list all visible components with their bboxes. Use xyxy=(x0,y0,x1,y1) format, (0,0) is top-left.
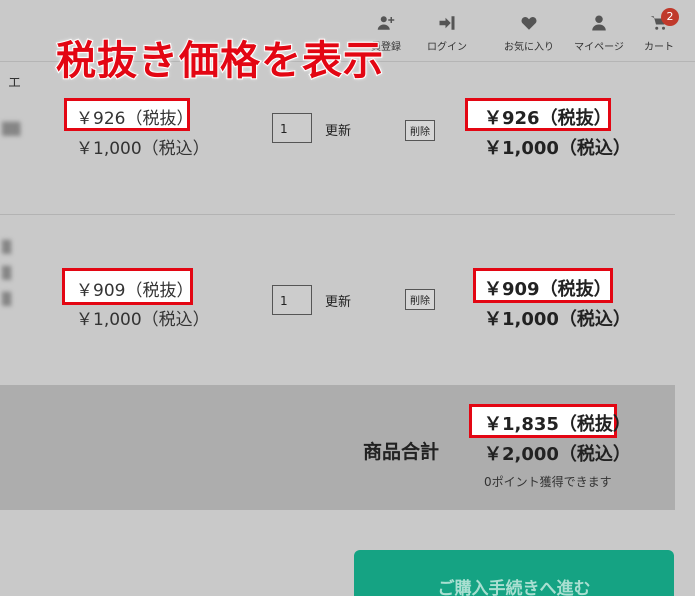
annotation-title: 税抜き価格を表示 xyxy=(55,37,384,85)
row-divider xyxy=(0,214,675,215)
delete-button[interactable]: 削除 xyxy=(405,120,435,141)
cart-count-badge: 2 xyxy=(661,8,679,26)
nav-favorites-label: お気に入り xyxy=(504,42,554,53)
product-name-blurred: ▒ xyxy=(2,240,12,254)
subtotal-incl: ￥1,000（税込） xyxy=(484,138,631,159)
nav-mypage[interactable]: マイページ xyxy=(571,14,627,53)
quantity-input[interactable]: 1 xyxy=(272,285,312,315)
total-incl: ￥2,000（税込） xyxy=(484,444,631,465)
nav-cart-label: カート xyxy=(644,42,674,53)
unit-price-excl: ￥909（税抜） xyxy=(76,281,194,301)
sign-in-icon xyxy=(424,14,470,36)
subtotal-excl: ￥926（税抜） xyxy=(484,108,612,129)
quantity-input[interactable]: 1 xyxy=(272,113,312,143)
update-button[interactable]: 更新 xyxy=(325,291,351,310)
subtotal-excl: ￥909（税抜） xyxy=(484,279,612,300)
product-name-blurred: ▒ xyxy=(2,292,12,306)
nav-mypage-label: マイページ xyxy=(574,42,624,53)
product-name-blurred: ▒▒ xyxy=(2,122,21,136)
total-label: 商品合計 xyxy=(363,441,440,463)
product-name-blurred: ▒ xyxy=(2,266,12,280)
nav-login-label: ログイン xyxy=(427,42,467,53)
nav-favorites[interactable]: お気に入り xyxy=(500,14,558,53)
checkout-button[interactable]: ご購入手続きへ進む xyxy=(354,550,674,596)
subtotal-incl: ￥1,000（税込） xyxy=(484,309,631,330)
nav-login[interactable]: ログイン xyxy=(424,14,470,53)
unit-price-incl: ￥1,000（税込） xyxy=(76,310,210,330)
heart-icon xyxy=(500,14,558,36)
total-excl: ￥1,835（税抜） xyxy=(484,414,631,435)
user-icon xyxy=(571,14,627,36)
unit-price-incl: ￥1,000（税込） xyxy=(76,139,210,159)
column-label: エ xyxy=(8,76,22,91)
delete-button[interactable]: 削除 xyxy=(405,289,435,310)
update-button[interactable]: 更新 xyxy=(325,120,351,139)
unit-price-excl: ￥926（税抜） xyxy=(76,109,194,129)
points-note: 0ポイント獲得できます xyxy=(484,475,612,489)
